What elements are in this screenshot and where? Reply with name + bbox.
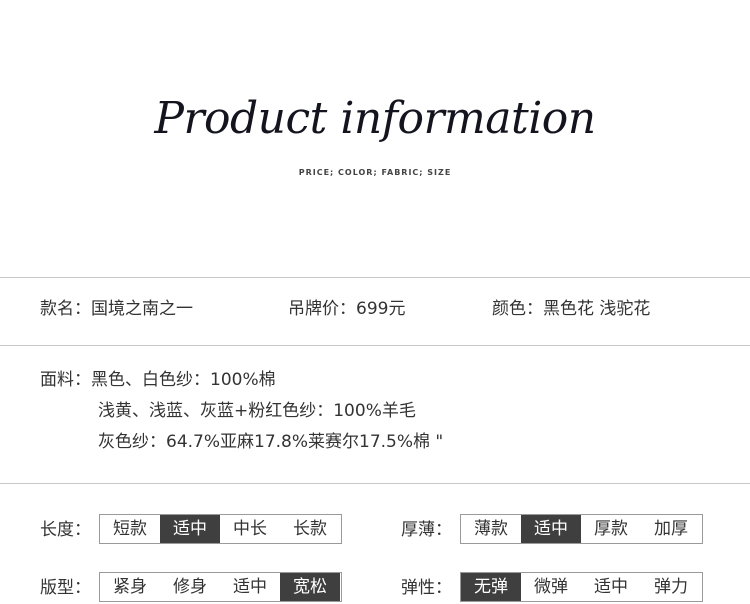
divider-top — [0, 277, 750, 278]
elasticity-option-none[interactable]: 无弹 — [461, 573, 521, 601]
thickness-option-medium[interactable]: 适中 — [521, 515, 581, 543]
length-option-long[interactable]: 长款 — [280, 515, 340, 543]
length-option-medium[interactable]: 适中 — [160, 515, 220, 543]
fabric-line-2: 浅黄、浅蓝、灰蓝+粉红色纱：100%羊毛 — [98, 401, 416, 421]
elasticity-option-stretch[interactable]: 弹力 — [641, 573, 701, 601]
page-title: Product information — [154, 93, 596, 144]
fit-option-loose[interactable]: 宽松 — [280, 573, 340, 601]
fit-option-regular[interactable]: 适中 — [220, 573, 280, 601]
fabric-line-1: 面料：黑色、白色纱：100%棉 — [40, 370, 276, 390]
elasticity-option-medium[interactable]: 适中 — [581, 573, 641, 601]
product-price: 吊牌价：699元 — [288, 299, 406, 319]
length-selector: 短款 适中 中长 长款 — [99, 514, 342, 544]
fit-label: 版型： — [40, 578, 91, 598]
product-name: 款名：国境之南之一 — [40, 299, 193, 319]
divider-middle — [0, 345, 750, 346]
fabric-line-3: 灰色纱：64.7%亚麻17.8%莱赛尔17.5%棉 " — [98, 432, 444, 452]
fit-option-tight[interactable]: 紧身 — [100, 573, 160, 601]
length-option-short[interactable]: 短款 — [100, 515, 160, 543]
divider-bottom — [0, 483, 750, 484]
product-color: 颜色：黑色花 浅驼花 — [492, 299, 651, 319]
fit-option-slim[interactable]: 修身 — [160, 573, 220, 601]
thickness-option-thick[interactable]: 厚款 — [581, 515, 641, 543]
elasticity-option-slight[interactable]: 微弹 — [521, 573, 581, 601]
thickness-selector: 薄款 适中 厚款 加厚 — [460, 514, 703, 544]
page-subtitle: PRICE; COLOR; FABRIC; SIZE — [298, 168, 452, 177]
elasticity-selector: 无弹 微弹 适中 弹力 — [460, 572, 703, 602]
thickness-option-thin[interactable]: 薄款 — [461, 515, 521, 543]
length-option-mid-long[interactable]: 中长 — [220, 515, 280, 543]
thickness-option-extra-thick[interactable]: 加厚 — [641, 515, 701, 543]
length-label: 长度： — [40, 520, 91, 540]
fit-selector: 紧身 修身 适中 宽松 — [99, 572, 342, 602]
thickness-label: 厚薄： — [401, 520, 452, 540]
elasticity-label: 弹性： — [401, 578, 452, 598]
